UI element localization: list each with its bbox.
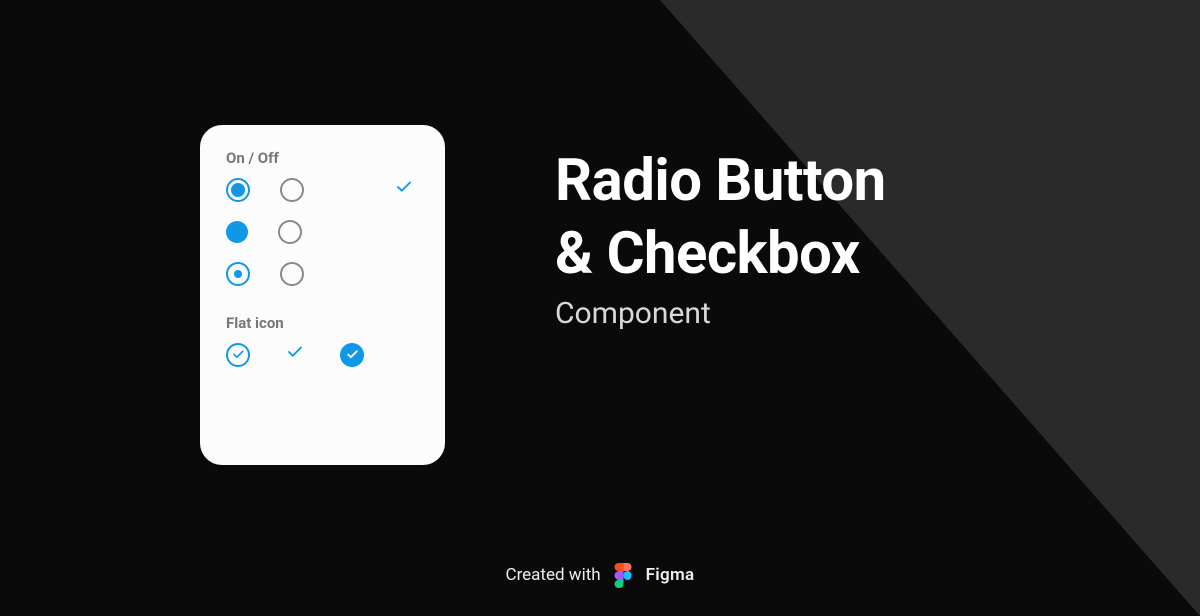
section-on-off-label: On / Off: [226, 149, 419, 167]
row-3: [226, 262, 419, 286]
created-with-label: Created with: [506, 565, 601, 585]
footer: Created with Figma: [506, 563, 695, 589]
title-line-2: & Checkbox: [555, 218, 886, 291]
section-flat-icon-label: Flat icon: [226, 314, 419, 332]
radio-selected-icon[interactable]: [226, 178, 250, 202]
radio-small-dot-icon[interactable]: [226, 262, 250, 286]
flat-icon-section: Flat icon: [226, 314, 419, 367]
checkmark-icon[interactable]: [286, 342, 304, 367]
title-line-1: Radio Button: [555, 145, 886, 218]
flat-row: [226, 342, 419, 367]
headline: Radio Button & Checkbox Component: [555, 145, 886, 331]
figma-logo-icon: [615, 563, 632, 589]
check-outline-circle-icon[interactable]: [226, 343, 250, 367]
component-card: On / Off Flat icon: [200, 125, 445, 465]
row-2: [226, 220, 419, 244]
brand-name: Figma: [646, 565, 695, 585]
radio-unselected-icon[interactable]: [278, 220, 302, 244]
subtitle: Component: [555, 296, 886, 331]
check-filled-circle-icon[interactable]: [340, 343, 364, 367]
radio-solid-icon[interactable]: [226, 221, 248, 243]
radio-dot-small-icon: [234, 270, 242, 278]
radio-dot-icon: [231, 183, 245, 197]
checkmark-icon[interactable]: [395, 177, 413, 202]
radio-unselected-icon[interactable]: [280, 262, 304, 286]
row-1: [226, 177, 419, 202]
radio-unselected-icon[interactable]: [280, 178, 304, 202]
